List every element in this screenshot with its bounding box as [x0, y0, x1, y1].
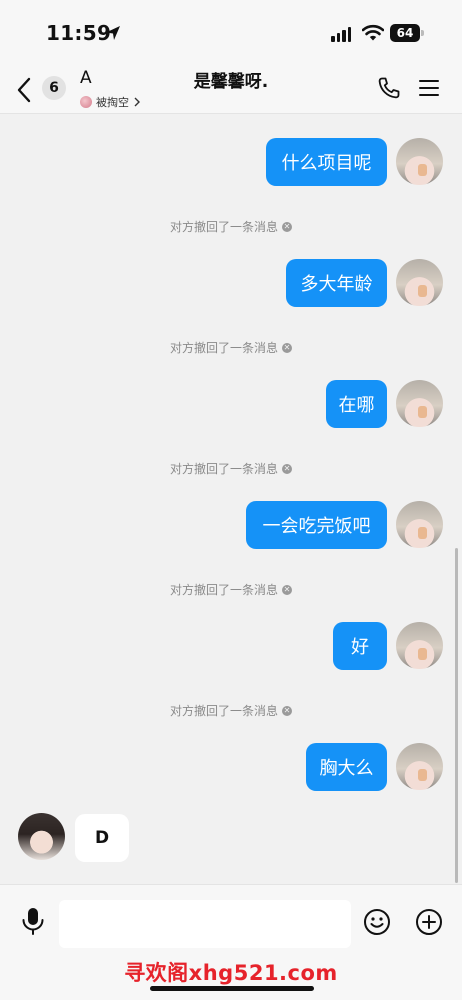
chevron-right-icon	[134, 97, 140, 107]
contact-subtitle-row[interactable]: 被掏空	[80, 94, 141, 110]
close-circle-icon: ✕	[282, 221, 292, 232]
incoming-message[interactable]: D	[75, 814, 129, 862]
contact-avatar[interactable]	[18, 813, 65, 860]
emoji-icon[interactable]	[363, 908, 391, 936]
microphone-icon[interactable]	[20, 906, 46, 936]
my-avatar[interactable]	[396, 138, 443, 185]
watermark: 寻欢阁xhg521.com	[124, 961, 338, 985]
outgoing-message[interactable]: 胸大么	[306, 743, 387, 791]
location-arrow-icon	[106, 26, 120, 40]
outgoing-message[interactable]: 一会吃完饭吧	[246, 501, 387, 549]
close-circle-icon: ✕	[282, 463, 292, 474]
recalled-notice: 对方撤回了一条消息 ✕	[0, 218, 462, 235]
scrollbar[interactable]	[455, 548, 458, 883]
message-input[interactable]	[59, 900, 351, 948]
battery-level: 64	[390, 24, 420, 42]
add-icon[interactable]	[415, 908, 443, 936]
outgoing-message[interactable]: 好	[333, 622, 387, 670]
wifi-icon	[362, 24, 384, 41]
outgoing-message[interactable]: 什么项目呢	[266, 138, 387, 186]
my-avatar[interactable]	[396, 743, 443, 790]
subtitle-avatar	[80, 96, 92, 108]
recalled-notice: 对方撤回了一条消息 ✕	[0, 339, 462, 356]
close-circle-icon: ✕	[282, 584, 292, 595]
outgoing-message[interactable]: 多大年龄	[286, 259, 387, 307]
close-circle-icon: ✕	[282, 342, 292, 353]
top-bar: 11:59 64 6 A 被掏空 是馨馨呀.	[0, 0, 462, 114]
unread-count-badge[interactable]: 6	[42, 76, 66, 100]
recalled-notice-text: 对方撤回了一条消息	[169, 341, 278, 355]
contact-name[interactable]: A	[80, 68, 92, 88]
recalled-notice: 对方撤回了一条消息 ✕	[0, 460, 462, 477]
phone-icon[interactable]	[377, 76, 401, 100]
recalled-notice: 对方撤回了一条消息 ✕	[0, 581, 462, 598]
recalled-notice-text: 对方撤回了一条消息	[169, 462, 278, 476]
my-avatar[interactable]	[396, 622, 443, 669]
recalled-notice-text: 对方撤回了一条消息	[169, 220, 278, 234]
back-chevron-icon[interactable]	[14, 76, 36, 104]
contact-subtitle: 被掏空	[96, 96, 129, 109]
battery-icon: 64	[390, 24, 424, 42]
close-circle-icon: ✕	[282, 705, 292, 716]
status-time: 11:59	[46, 21, 112, 45]
chat-title: 是馨馨呀.	[193, 72, 269, 92]
recalled-notice-text: 对方撤回了一条消息	[169, 704, 278, 718]
recalled-notice-text: 对方撤回了一条消息	[169, 583, 278, 597]
menu-icon[interactable]	[418, 78, 440, 98]
recalled-notice: 对方撤回了一条消息 ✕	[0, 702, 462, 719]
outgoing-message[interactable]: 在哪	[326, 380, 387, 428]
home-indicator[interactable]	[150, 986, 314, 991]
signal-icon	[331, 26, 351, 42]
my-avatar[interactable]	[396, 380, 443, 427]
my-avatar[interactable]	[396, 259, 443, 306]
my-avatar[interactable]	[396, 501, 443, 548]
